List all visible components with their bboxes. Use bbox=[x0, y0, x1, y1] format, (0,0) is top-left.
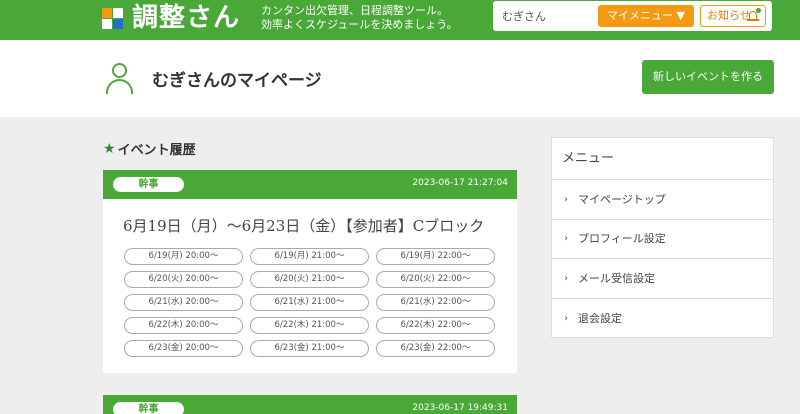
date-slot: 6/20(火) 22:00～ bbox=[376, 271, 495, 288]
side-menu: メニュー › マイページトップ › プロフィール設定 › メール受信設定 › 退… bbox=[551, 137, 774, 338]
event-card[interactable]: 幹事 2023-06-17 19:49:31 bbox=[103, 395, 517, 414]
menu-item-label: プロフィール設定 bbox=[578, 232, 666, 246]
event-history-label: イベント履歴 bbox=[117, 143, 196, 158]
event-timestamp: 2023-06-17 21:27:04 bbox=[412, 178, 508, 188]
page-title-band: むぎさんのマイページ 新しいイベントを作る bbox=[0, 40, 800, 117]
chevron-right-icon: › bbox=[564, 193, 568, 205]
date-slot: 6/21(水) 21:00～ bbox=[250, 294, 369, 311]
chevron-right-icon: › bbox=[564, 233, 568, 245]
event-card[interactable]: 幹事 2023-06-17 21:27:04 6月19日（月）～6月23日（金）… bbox=[103, 170, 517, 373]
date-slot: 6/19(月) 22:00～ bbox=[376, 248, 495, 265]
tagline: カンタン出欠管理、日程調整ツール。 効率よくスケジュールを決めましょう。 bbox=[261, 4, 458, 32]
header-user-box: むぎさん マイメニュー ▼ お知らせ bbox=[493, 1, 772, 31]
date-slot: 6/21(水) 20:00～ bbox=[124, 294, 243, 311]
role-badge: 幹事 bbox=[113, 177, 184, 192]
role-badge: 幹事 bbox=[113, 402, 184, 414]
date-slot: 6/22(木) 20:00～ bbox=[124, 317, 243, 334]
logo-calendar-icon bbox=[100, 4, 130, 32]
date-slot: 6/23(金) 20:00～ bbox=[124, 340, 243, 357]
menu-item-label: 退会設定 bbox=[578, 311, 622, 325]
new-event-button[interactable]: 新しいイベントを作る bbox=[642, 60, 774, 94]
date-slot: 6/22(木) 21:00～ bbox=[250, 317, 369, 334]
notice-button[interactable]: お知らせ bbox=[700, 5, 766, 27]
date-slot: 6/20(火) 20:00～ bbox=[124, 271, 243, 288]
bell-icon bbox=[747, 8, 761, 22]
user-icon bbox=[104, 63, 136, 95]
date-slot: 6/19(月) 20:00～ bbox=[124, 248, 243, 265]
menu-item-profile-settings[interactable]: › プロフィール設定 bbox=[552, 220, 773, 259]
date-slot-list: 6/19(月) 20:00～ 6/19(月) 21:00～ 6/19(月) 22… bbox=[124, 248, 498, 357]
event-card-header: 幹事 2023-06-17 21:27:04 bbox=[103, 170, 517, 199]
menu-item-label: マイページトップ bbox=[578, 192, 666, 206]
side-menu-title: メニュー bbox=[552, 138, 773, 180]
my-menu-button[interactable]: マイメニュー ▼ bbox=[598, 5, 694, 27]
event-timestamp: 2023-06-17 19:49:31 bbox=[412, 403, 508, 413]
date-slot: 6/20(火) 21:00～ bbox=[250, 271, 369, 288]
app-logo[interactable]: 調整さん bbox=[100, 1, 240, 35]
date-slot: 6/23(金) 21:00～ bbox=[250, 340, 369, 357]
date-slot: 6/21(水) 22:00～ bbox=[376, 294, 495, 311]
date-slot: 6/22(木) 22:00～ bbox=[376, 317, 495, 334]
menu-item-label: メール受信設定 bbox=[578, 271, 655, 285]
menu-item-withdraw-settings[interactable]: › 退会設定 bbox=[552, 299, 773, 339]
event-history-heading: ★ イベント履歴 bbox=[103, 139, 196, 159]
event-card-header: 幹事 2023-06-17 19:49:31 bbox=[103, 395, 517, 414]
menu-item-mypage-top[interactable]: › マイページトップ bbox=[552, 180, 773, 220]
date-slot: 6/19(月) 21:00～ bbox=[250, 248, 369, 265]
notice-label: お知らせ bbox=[707, 9, 751, 22]
star-icon: ★ bbox=[103, 140, 116, 157]
tagline-line-2: 効率よくスケジュールを決めましょう。 bbox=[261, 18, 458, 31]
tagline-line-1: カンタン出欠管理、日程調整ツール。 bbox=[261, 4, 448, 17]
top-header-bar: 調整さん カンタン出欠管理、日程調整ツール。 効率よくスケジュールを決めましょう… bbox=[0, 0, 800, 40]
chevron-right-icon: › bbox=[564, 272, 568, 284]
page-title: むぎさんのマイページ bbox=[152, 71, 322, 91]
date-slot: 6/23(金) 22:00～ bbox=[376, 340, 495, 357]
app-name: 調整さん bbox=[132, 3, 241, 33]
event-title[interactable]: 6月19日（月）～6月23日（金）【参加者】Cブロック bbox=[123, 215, 484, 236]
chevron-right-icon: › bbox=[564, 312, 568, 324]
menu-item-mail-settings[interactable]: › メール受信設定 bbox=[552, 259, 773, 299]
username: むぎさん bbox=[502, 10, 546, 23]
